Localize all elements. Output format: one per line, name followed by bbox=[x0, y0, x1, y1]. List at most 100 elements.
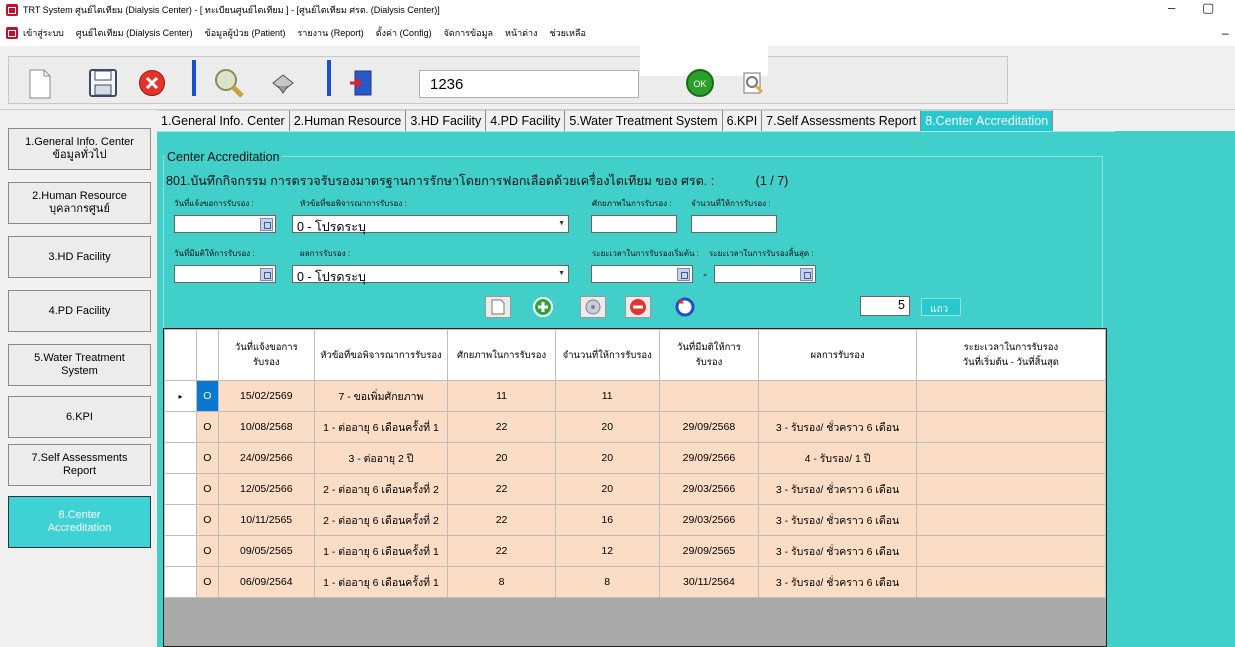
decision-date-cell[interactable]: 29/09/2568 bbox=[658, 411, 760, 443]
capacity-cell[interactable]: 22 bbox=[447, 473, 556, 505]
tab-kpi[interactable]: 6.KPI bbox=[722, 110, 763, 131]
request-date-cell[interactable]: 12/05/2566 bbox=[217, 473, 315, 505]
menu-window[interactable]: หน้าต่าง bbox=[505, 26, 537, 40]
menu-patient[interactable]: ข้อมูลผู้ป่วย (Patient) bbox=[205, 26, 286, 40]
request-date-cell[interactable]: 10/08/2568 bbox=[217, 411, 315, 443]
menu-login[interactable]: เข้าสู่ระบบ bbox=[23, 26, 64, 40]
delete-record-button[interactable] bbox=[625, 296, 651, 318]
topic-cell[interactable]: 1 - ต่ออายุ 6 เดือนครั้งที่ 1 bbox=[313, 411, 449, 443]
period-cell[interactable] bbox=[915, 535, 1107, 567]
request-date-cell[interactable]: 06/09/2564 bbox=[217, 566, 315, 598]
capacity-cell[interactable]: 8 bbox=[447, 566, 556, 598]
approved-cell[interactable]: 11 bbox=[554, 380, 660, 412]
search-magnifier-icon[interactable] bbox=[212, 66, 246, 100]
tab-general-info[interactable]: 1.General Info. Center bbox=[157, 110, 290, 131]
tab-hd-facility[interactable]: 3.HD Facility bbox=[406, 110, 487, 131]
new-record-button[interactable] bbox=[485, 296, 511, 318]
search-input[interactable]: 1236 bbox=[419, 70, 639, 98]
new-document-icon[interactable] bbox=[28, 68, 52, 100]
request-date-cell[interactable]: 15/02/2569 bbox=[217, 380, 315, 412]
capacity-cell[interactable]: 11 bbox=[447, 380, 556, 412]
find-document-icon[interactable] bbox=[740, 70, 766, 96]
row-select-cell[interactable]: O bbox=[195, 380, 219, 412]
menu-dialysis-center[interactable]: ศูนย์ไตเทียม (Dialysis Center) bbox=[76, 26, 193, 40]
decision-date-field[interactable] bbox=[174, 265, 276, 283]
tab-pd-facility[interactable]: 4.PD Facility bbox=[486, 110, 566, 131]
capacity-cell[interactable]: 20 bbox=[447, 442, 556, 474]
sidebar-item-center-accreditation[interactable]: 8.Center Accreditation bbox=[8, 496, 151, 548]
add-record-button[interactable] bbox=[530, 296, 556, 318]
approved-count-field[interactable] bbox=[691, 215, 777, 233]
sidebar-item-self-assessments[interactable]: 7.Self Assessments Report bbox=[8, 444, 151, 486]
mdi-minimize-button[interactable]: – bbox=[1222, 26, 1229, 40]
period-cell[interactable] bbox=[915, 411, 1107, 443]
decision-date-cell[interactable]: 29/03/2566 bbox=[658, 504, 760, 536]
topic-cell[interactable]: 2 - ต่ออายุ 6 เดือนครั้งที่ 2 bbox=[313, 504, 449, 536]
period-end-field[interactable] bbox=[714, 265, 816, 283]
tab-human-resource[interactable]: 2.Human Resource bbox=[289, 110, 407, 131]
topic-cell[interactable]: 1 - ต่ออายุ 6 เดือนครั้งที่ 1 bbox=[313, 535, 449, 567]
row-select-cell[interactable]: O bbox=[195, 566, 219, 598]
topic-select[interactable]: 0 - โปรดระบุ ▼ bbox=[292, 215, 569, 234]
table-row[interactable]: O 10/11/2565 2 - ต่ออายุ 6 เดือนครั้งที่… bbox=[164, 504, 1107, 536]
result-cell[interactable]: 3 - รับรอง/ ชั่วคราว 6 เดือน bbox=[758, 504, 917, 536]
row-select-cell[interactable]: O bbox=[195, 473, 219, 505]
result-cell[interactable]: 3 - รับรอง/ ชั่วคราว 6 เดือน bbox=[758, 566, 917, 598]
row-select-cell[interactable]: O bbox=[195, 535, 219, 567]
menu-help[interactable]: ช่วยเหลือ bbox=[549, 26, 585, 40]
decision-date-cell[interactable]: 30/11/2564 bbox=[658, 566, 760, 598]
table-row[interactable]: O 10/08/2568 1 - ต่ออายุ 6 เดือนครั้งที่… bbox=[164, 411, 1107, 443]
row-select-cell[interactable]: O bbox=[195, 504, 219, 536]
table-row[interactable]: ▸ O 15/02/2569 7 - ขอเพิ่มศักยภาพ 11 11 bbox=[164, 380, 1107, 412]
tab-self-assessments[interactable]: 7.Self Assessments Report bbox=[762, 110, 922, 131]
column-header-topic[interactable]: หัวข้อที่ขอพิจารณาการรับรอง bbox=[313, 329, 449, 381]
sidebar-item-water-treatment[interactable]: 5.Water Treatment System bbox=[8, 344, 151, 386]
menu-data-management[interactable]: จัดการข้อมูล bbox=[444, 26, 493, 40]
sidebar-item-human-resource[interactable]: 2.Human Resource บุคลากรศูนย์ bbox=[8, 182, 151, 224]
sidebar-item-general-info[interactable]: 1.General Info. Center ข้อมูลทั่วไป bbox=[8, 128, 151, 170]
tab-water-treatment[interactable]: 5.Water Treatment System bbox=[565, 110, 723, 131]
minimize-button[interactable]: – bbox=[1168, 0, 1175, 15]
decision-date-cell[interactable] bbox=[658, 380, 760, 412]
table-row[interactable]: O 12/05/2566 2 - ต่ออายุ 6 เดือนครั้งที่… bbox=[164, 473, 1107, 505]
rows-count-field[interactable]: 5 bbox=[860, 296, 910, 316]
column-header-approved[interactable]: จำนวนที่ให้การรับรอง bbox=[554, 329, 660, 381]
calendar-icon[interactable] bbox=[677, 268, 690, 281]
result-select[interactable]: 0 - โปรดระบุ ▼ bbox=[292, 265, 569, 284]
capacity-cell[interactable]: 22 bbox=[447, 504, 556, 536]
decision-date-cell[interactable]: 29/09/2566 bbox=[658, 442, 760, 474]
result-cell[interactable]: 3 - รับรอง/ ชั่วคราว 6 เดือน bbox=[758, 473, 917, 505]
column-header-request-date[interactable]: วันที่แจ้งขอการ รับรอง bbox=[217, 329, 315, 381]
approved-cell[interactable]: 12 bbox=[554, 535, 660, 567]
topic-cell[interactable]: 3 - ต่ออายุ 2 ปี bbox=[313, 442, 449, 474]
topic-cell[interactable]: 2 - ต่ออายุ 6 เดือนครั้งที่ 2 bbox=[313, 473, 449, 505]
cancel-icon[interactable] bbox=[137, 68, 167, 98]
approved-cell[interactable]: 8 bbox=[554, 566, 660, 598]
period-cell[interactable] bbox=[915, 380, 1107, 412]
menu-config[interactable]: ตั้งค่า (Config) bbox=[376, 26, 432, 40]
result-cell[interactable]: 4 - รับรอง/ 1 ปี bbox=[758, 442, 917, 474]
period-cell[interactable] bbox=[915, 504, 1107, 536]
decision-date-cell[interactable]: 29/09/2565 bbox=[658, 535, 760, 567]
column-header-period[interactable]: ระยะเวลาในการรับรอง วันที่เริ่มต้น - วัน… bbox=[915, 329, 1107, 381]
undo-button[interactable] bbox=[672, 296, 698, 318]
row-select-cell[interactable]: O bbox=[195, 442, 219, 474]
period-start-field[interactable] bbox=[591, 265, 693, 283]
request-date-cell[interactable]: 10/11/2565 bbox=[217, 504, 315, 536]
row-select-cell[interactable]: O bbox=[195, 411, 219, 443]
table-row[interactable]: O 09/05/2565 1 - ต่ออายุ 6 เดือนครั้งที่… bbox=[164, 535, 1107, 567]
approved-cell[interactable]: 20 bbox=[554, 442, 660, 474]
request-date-cell[interactable]: 09/05/2565 bbox=[217, 535, 315, 567]
period-cell[interactable] bbox=[915, 566, 1107, 598]
period-cell[interactable] bbox=[915, 442, 1107, 474]
column-header-decision-date[interactable]: วันที่มีมติให้การ รับรอง bbox=[658, 329, 760, 381]
sidebar-item-hd-facility[interactable]: 3.HD Facility bbox=[8, 236, 151, 278]
table-row[interactable]: O 24/09/2566 3 - ต่ออายุ 2 ปี 20 20 29/0… bbox=[164, 442, 1107, 474]
sidebar-item-kpi[interactable]: 6.KPI bbox=[8, 396, 151, 438]
approved-cell[interactable]: 16 bbox=[554, 504, 660, 536]
calendar-icon[interactable] bbox=[800, 268, 813, 281]
column-header-capacity[interactable]: ศักยภาพในการรับรอง bbox=[447, 329, 556, 381]
sidebar-item-pd-facility[interactable]: 4.PD Facility bbox=[8, 290, 151, 332]
tab-center-accreditation[interactable]: 8.Center Accreditation bbox=[921, 110, 1054, 131]
approved-cell[interactable]: 20 bbox=[554, 411, 660, 443]
